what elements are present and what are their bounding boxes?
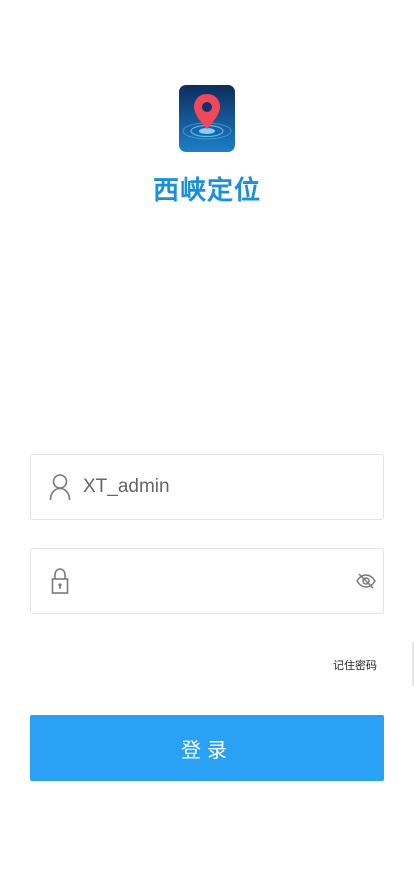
eye-off-icon[interactable] bbox=[355, 571, 377, 591]
login-button[interactable]: 登录 bbox=[30, 715, 384, 781]
username-field[interactable]: XT_admin bbox=[30, 454, 384, 520]
app-title: 西峡定位 bbox=[152, 176, 261, 206]
password-field[interactable] bbox=[30, 548, 384, 614]
username-value[interactable]: XT_admin bbox=[83, 455, 170, 519]
lock-icon bbox=[50, 566, 70, 596]
remember-password-link[interactable]: 记住密码 bbox=[333, 657, 377, 673]
login-screen: 西峡定位 XT_admin 记住密码 登录 bbox=[0, 0, 414, 896]
user-icon bbox=[48, 472, 72, 502]
password-input[interactable] bbox=[83, 559, 343, 603]
app-logo-icon bbox=[179, 85, 235, 152]
